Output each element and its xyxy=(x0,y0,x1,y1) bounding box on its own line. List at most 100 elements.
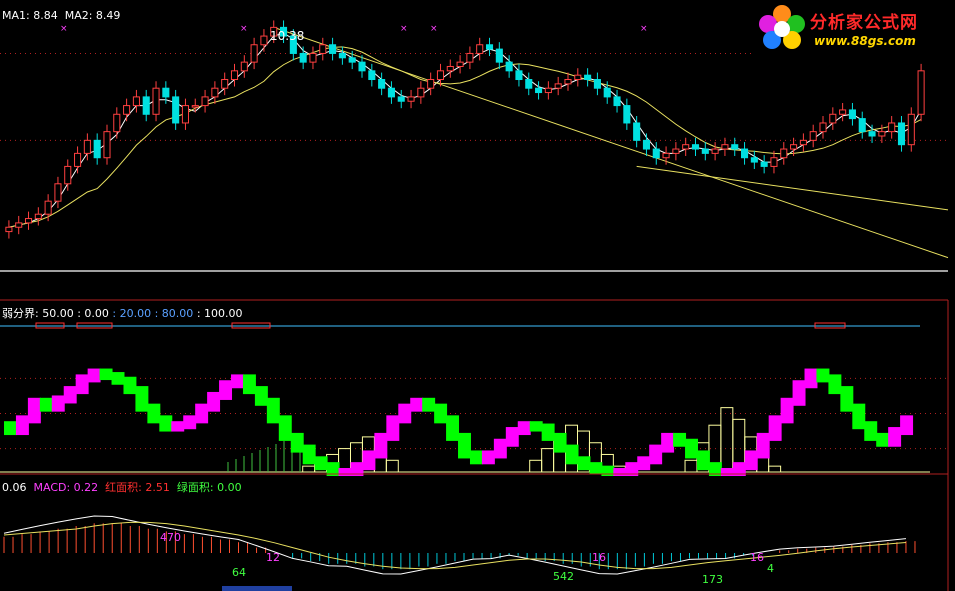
macd-number: 4 xyxy=(767,562,774,575)
osc-step xyxy=(63,386,77,404)
osc-step xyxy=(446,415,460,441)
osc-step xyxy=(900,415,914,436)
osc-step xyxy=(517,421,531,436)
candle-body xyxy=(662,152,670,159)
macd-number: 16 xyxy=(592,551,606,564)
osc-step xyxy=(87,368,101,383)
candle-body xyxy=(358,61,366,72)
legend-mid-item: : 20.00 xyxy=(112,307,152,320)
candle-body xyxy=(387,87,395,98)
macd-number: 64 xyxy=(232,566,246,579)
hist-bar xyxy=(768,465,782,473)
candle-body xyxy=(152,87,160,115)
osc-step xyxy=(720,468,734,476)
candle-body xyxy=(848,109,856,120)
candle-body xyxy=(701,148,709,154)
osc-step xyxy=(410,397,424,412)
candle-body xyxy=(721,144,729,150)
candle-body xyxy=(240,61,248,72)
candle-body xyxy=(623,105,631,124)
osc-step xyxy=(792,380,806,406)
hist-bar xyxy=(529,459,543,473)
osc-step xyxy=(589,462,603,474)
candle-body xyxy=(407,96,415,102)
candle-body xyxy=(682,144,690,150)
candle-body xyxy=(485,44,494,50)
osc-step xyxy=(195,403,209,424)
legend-macd: 0.06 MACD: 0.22 红面积: 2.51 绿面积: 0.00 xyxy=(2,479,242,495)
candle-body xyxy=(83,139,91,154)
hist-bar xyxy=(541,448,555,473)
osc-step xyxy=(398,403,412,424)
candle-body xyxy=(691,144,700,150)
osc-step xyxy=(756,432,770,459)
candle-body xyxy=(652,148,660,159)
chart-canvas: ×××××× xyxy=(0,20,949,591)
candle-body xyxy=(633,122,641,141)
candle-body xyxy=(515,70,523,81)
osc-step xyxy=(434,403,448,424)
candle-body xyxy=(476,44,484,54)
candle-body xyxy=(868,131,876,137)
hist-bar xyxy=(302,465,316,473)
candle-body xyxy=(74,152,82,167)
candle-body xyxy=(309,52,317,63)
logo-url: www.88gs.com xyxy=(814,34,916,48)
candle-body xyxy=(230,70,239,81)
signal-marker: × xyxy=(400,24,408,34)
candle-body xyxy=(535,87,543,94)
candle-body xyxy=(319,44,327,54)
candle-body xyxy=(338,52,346,59)
site-logo: 分析家公式网 www.88gs.com xyxy=(752,2,950,56)
logo-brand: 分析家公式网 xyxy=(810,13,918,33)
candle-body xyxy=(123,105,131,115)
osc-step xyxy=(541,423,555,441)
legend-macd-item: 绿面积: 0.00 xyxy=(176,481,242,494)
candle-body xyxy=(417,87,425,98)
macd-number: 16 xyxy=(750,551,764,564)
legend-macd-item: 红面积: 2.51 xyxy=(105,481,170,494)
candle-body xyxy=(878,131,886,137)
macd-number: 12 xyxy=(266,551,280,564)
osc-step xyxy=(649,444,663,465)
candle-body xyxy=(329,44,337,54)
osc-step xyxy=(804,368,818,389)
candle-body xyxy=(368,70,376,81)
candle-body xyxy=(446,65,454,72)
osc-step xyxy=(493,438,507,459)
signal-marker: × xyxy=(430,24,438,34)
osc-step xyxy=(99,368,113,381)
legend-macd-item: 0.06 xyxy=(2,481,27,494)
candle-body xyxy=(64,165,72,185)
osc-step xyxy=(637,456,651,471)
candle-body xyxy=(34,213,42,220)
osc-step xyxy=(529,421,543,432)
osc-step xyxy=(123,376,137,395)
macd-number: 173 xyxy=(702,573,723,586)
osc-step xyxy=(219,380,233,400)
candle-body xyxy=(888,122,896,133)
osc-step xyxy=(864,421,878,441)
osc-step xyxy=(685,438,698,459)
candle-body xyxy=(103,131,111,159)
osc-step xyxy=(780,397,794,424)
legend-mid-item: : 0.00 xyxy=(77,307,109,320)
osc-step xyxy=(577,456,591,471)
osc-step xyxy=(374,432,388,459)
date-marker xyxy=(222,586,292,591)
osc-step xyxy=(565,444,579,465)
osc-step xyxy=(51,395,65,412)
osc-step xyxy=(505,427,519,447)
candle-body xyxy=(554,83,562,89)
osc-step xyxy=(888,427,902,447)
signal-marker: × xyxy=(240,24,248,34)
osc-step xyxy=(242,374,256,395)
trendline xyxy=(273,26,949,259)
candle-body xyxy=(593,79,601,89)
candle-body xyxy=(770,157,778,167)
candle-body xyxy=(250,44,258,63)
legend-mid-item: : 80.00 xyxy=(154,307,194,320)
osc-step xyxy=(4,421,17,436)
candle-body xyxy=(917,70,925,115)
candle-body xyxy=(113,113,121,133)
